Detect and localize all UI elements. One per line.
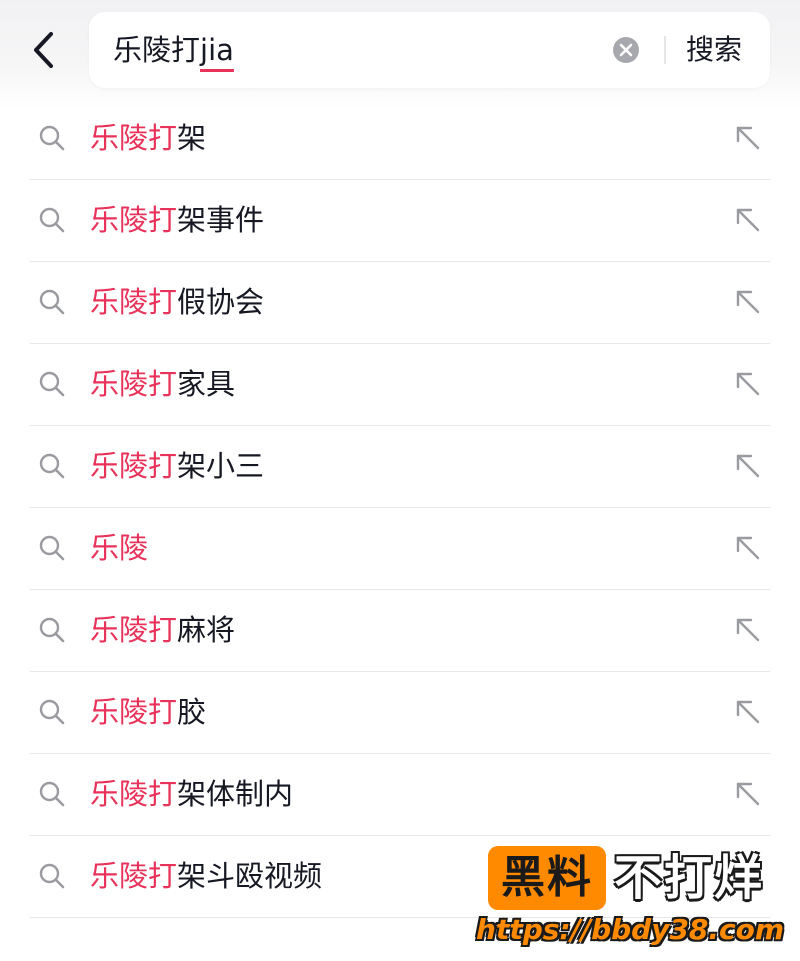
watermark-url: https://bbdy38.com: [476, 913, 785, 946]
suggestion-item[interactable]: 乐陵打架: [30, 98, 770, 180]
search-icon: [39, 289, 65, 315]
suggestion-match: 乐陵打: [90, 695, 178, 729]
suggestion-item[interactable]: 乐陵打架体制内: [30, 754, 770, 836]
arrow-up-left-icon[interactable]: [734, 288, 762, 316]
search-icon: [39, 863, 65, 889]
suggestion-rest: 假协会: [177, 285, 265, 319]
suggestion-text: 乐陵打家具: [90, 344, 235, 425]
suggestion-match: 乐陵打: [90, 285, 178, 319]
suggestion-text: 乐陵打架斗殴视频: [90, 836, 322, 917]
suggestion-match: 乐陵打: [90, 449, 178, 483]
search-header: 乐陵打jia 搜索: [0, 0, 800, 110]
suggestion-match: 乐陵打: [90, 367, 178, 401]
search-icon: [39, 535, 65, 561]
search-input[interactable]: 乐陵打jia: [113, 12, 234, 88]
search-icon: [39, 371, 65, 397]
arrow-up-left-icon[interactable]: [734, 698, 762, 726]
suggestion-rest: 架斗殴视频: [177, 859, 323, 893]
search-icon: [39, 207, 65, 233]
suggestion-match: 乐陵打: [90, 859, 178, 893]
search-icon: [39, 699, 65, 725]
arrow-up-left-icon[interactable]: [734, 206, 762, 234]
suggestion-item[interactable]: 乐陵打胶: [30, 672, 770, 754]
arrow-up-left-icon[interactable]: [734, 124, 762, 152]
suggestion-rest: 架小三: [177, 449, 265, 483]
arrow-up-left-icon[interactable]: [734, 534, 762, 562]
suggestion-item[interactable]: 乐陵打架小三: [30, 426, 770, 508]
search-icon: [39, 617, 65, 643]
arrow-up-left-icon[interactable]: [734, 616, 762, 644]
search-icon: [39, 453, 65, 479]
search-icon: [39, 125, 65, 151]
suggestion-item[interactable]: 乐陵打麻将: [30, 590, 770, 672]
suggestion-item[interactable]: 乐陵打架事件: [30, 180, 770, 262]
search-button[interactable]: 搜索: [686, 12, 742, 88]
query-confirmed-text: 乐陵打: [113, 33, 201, 67]
suggestion-item[interactable]: 乐陵打假协会: [30, 262, 770, 344]
suggestion-item[interactable]: 乐陵: [30, 508, 770, 590]
suggestion-match: 乐陵打: [90, 121, 178, 155]
back-button[interactable]: [22, 26, 66, 74]
suggestion-rest: 架体制内: [177, 777, 294, 811]
suggestion-text: 乐陵打架: [90, 98, 206, 179]
suggestion-match: 乐陵打: [90, 777, 178, 811]
suggestion-item[interactable]: 乐陵打家具: [30, 344, 770, 426]
suggestion-list: 乐陵打架 乐陵打架事件 乐陵打假协会 乐陵打家具 乐陵打架小三 乐陵 乐陵打麻将 乐陵打胶 乐陵…: [30, 98, 770, 918]
arrow-up-left-icon[interactable]: [734, 452, 762, 480]
search-icon: [39, 781, 65, 807]
suggestion-text: 乐陵打架小三: [90, 426, 264, 507]
suggestion-text: 乐陵打麻将: [90, 590, 235, 671]
suggestion-match: 乐陵打: [90, 203, 178, 237]
chevron-left-icon: [34, 32, 53, 68]
suggestion-text: 乐陵打架事件: [90, 180, 264, 261]
suggestion-text: 乐陵打胶: [90, 672, 206, 753]
suggestion-text: 乐陵打架体制内: [90, 754, 293, 835]
search-bar[interactable]: 乐陵打jia 搜索: [89, 12, 770, 88]
suggestion-rest: 胶: [177, 695, 207, 729]
suggestion-rest: 家具: [177, 367, 236, 401]
query-composing-text: jia: [200, 33, 234, 67]
suggestion-text: 乐陵: [90, 508, 148, 589]
clear-circle-icon[interactable]: [612, 36, 640, 64]
arrow-up-left-icon[interactable]: [734, 370, 762, 398]
suggestion-match: 乐陵: [90, 531, 149, 565]
suggestion-rest: 麻将: [177, 613, 236, 647]
watermark-tagline: 不打烊: [614, 850, 765, 906]
suggestion-text: 乐陵打假协会: [90, 262, 264, 343]
suggestion-rest: 架事件: [177, 203, 265, 237]
watermark-badge: 黑料: [488, 846, 606, 910]
suggestion-rest: 架: [177, 121, 207, 155]
search-divider: [664, 36, 666, 64]
suggestion-match: 乐陵打: [90, 613, 178, 647]
watermark: 黑料 不打烊 https://bbdy38.com: [476, 846, 785, 951]
arrow-up-left-icon[interactable]: [734, 780, 762, 808]
